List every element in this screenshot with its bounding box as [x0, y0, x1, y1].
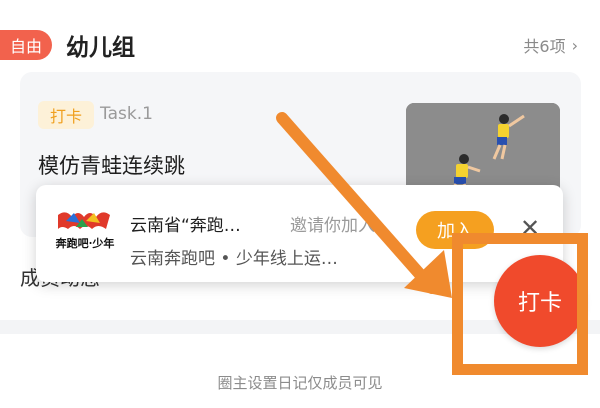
checkin-tag: 打卡: [38, 101, 94, 129]
annotation-highlight-box: [452, 233, 588, 375]
item-count-label: 共6项: [523, 37, 566, 56]
chevron-right-icon: ›: [571, 35, 578, 55]
group-subtitle: 云南奔跑吧 • 少年线上运…: [130, 249, 338, 269]
invite-text: 邀请你加入: [290, 216, 375, 236]
logo-text: 奔跑吧·少年: [55, 236, 115, 250]
task-number: Task.1: [100, 104, 153, 124]
task-title: 模仿青蛙连续跳: [38, 154, 185, 178]
group-title: 幼儿组: [66, 35, 135, 61]
group-logo-image: 奔跑吧·少年: [55, 212, 115, 250]
group-logo: 奔跑吧·少年: [52, 207, 118, 259]
group-name: 云南省“奔跑…: [130, 216, 241, 236]
item-count-link[interactable]: 共6项 ›: [523, 33, 578, 57]
free-badge: 自由: [0, 30, 52, 60]
footer-note: 圈主设置日记仅成员可见: [217, 374, 383, 392]
